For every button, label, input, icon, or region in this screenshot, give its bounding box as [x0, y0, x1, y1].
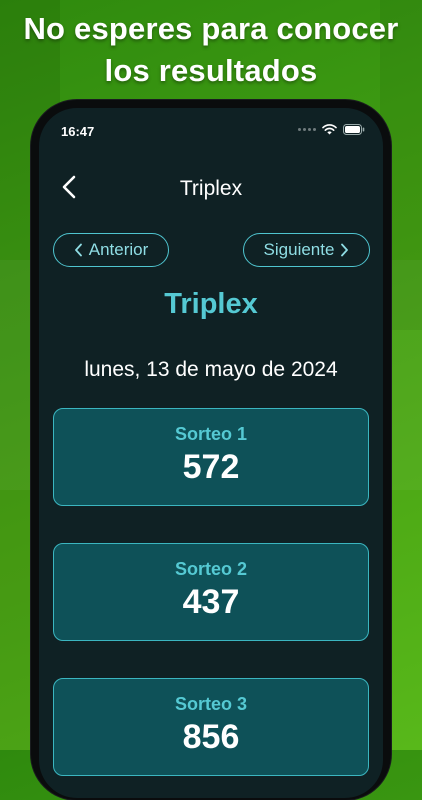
draw-card: Sorteo 1 572	[53, 408, 369, 506]
status-icons	[298, 124, 365, 135]
promo-headline: No esperes para conocer los resultados	[0, 8, 422, 92]
draw-number: 572	[182, 448, 240, 486]
previous-button[interactable]: Anterior	[53, 233, 169, 267]
draw-card: Sorteo 2 437	[53, 543, 369, 641]
draw-number: 856	[182, 718, 240, 756]
draw-date: lunes, 13 de mayo de 2024	[84, 358, 338, 381]
draw-label: Sorteo 2	[174, 559, 248, 579]
game-title: Triplex	[164, 288, 258, 320]
status-time: 16:47	[61, 124, 95, 139]
signal-dots-icon	[298, 128, 316, 131]
previous-label: Anterior	[88, 240, 149, 259]
promo-line-2: los resultados	[104, 53, 318, 88]
draw-label: Sorteo 1	[174, 424, 248, 444]
nav-title: Triplex	[179, 177, 243, 200]
promo-line-1: No esperes para conocer	[23, 11, 399, 46]
chevron-right-icon	[341, 243, 349, 257]
chevron-left-icon	[74, 243, 82, 257]
battery-icon	[343, 124, 365, 135]
next-label: Siguiente	[263, 240, 335, 259]
phone-frame: 16:47 Triplex Anterior Siguiente Triplex…	[31, 100, 391, 800]
next-button[interactable]: Siguiente	[243, 233, 370, 267]
draw-card: Sorteo 3 856	[53, 678, 369, 776]
wifi-icon	[322, 124, 337, 135]
draw-label: Sorteo 3	[174, 694, 248, 714]
app-screen: 16:47 Triplex Anterior Siguiente Triplex…	[39, 108, 383, 798]
draw-number: 437	[182, 583, 240, 621]
